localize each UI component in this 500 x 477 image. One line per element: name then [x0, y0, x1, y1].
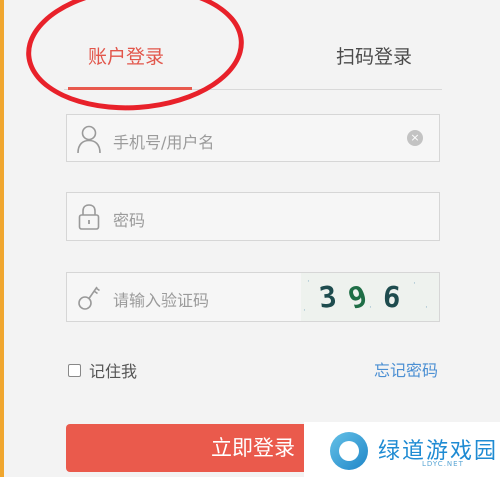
username-placeholder: 手机号/用户名: [113, 133, 215, 152]
user-icon: [76, 124, 102, 154]
captcha-noise: ·: [303, 306, 306, 316]
active-tab-indicator: [68, 87, 192, 90]
forgot-password-link[interactable]: 忘记密码: [374, 357, 438, 381]
watermark-logo-icon: [330, 432, 368, 470]
remember-me[interactable]: 记住我: [68, 358, 137, 382]
captcha-noise: ·: [425, 303, 428, 313]
remember-me-checkbox[interactable]: [68, 363, 81, 377]
remember-me-label: 记住我: [89, 362, 138, 381]
captcha-char: 3: [317, 279, 339, 315]
captcha-char: 6: [381, 279, 402, 315]
watermark: 绿道游戏园 LDYC.NET: [304, 422, 500, 477]
captcha-field[interactable]: 请输入验证码 · · · · · 3 9 6: [66, 272, 440, 322]
key-icon: [76, 282, 102, 312]
password-field[interactable]: 密码: [66, 192, 440, 241]
captcha-placeholder: 请输入验证码: [113, 291, 210, 310]
tab-account-login[interactable]: 账户登录: [88, 42, 164, 69]
captcha-image[interactable]: · · · · · 3 9 6: [301, 273, 439, 321]
login-panel: 账户登录 扫码登录 手机号/用户名 × 密码 请输入验证码 · · · · · …: [4, 0, 500, 477]
tab-qr-login[interactable]: 扫码登录: [336, 42, 412, 69]
captcha-char: 9: [344, 278, 372, 316]
watermark-subtitle: LDYC.NET: [422, 460, 464, 468]
login-tabs: 账户登录 扫码登录: [64, 0, 442, 90]
captcha-noise: ·: [413, 279, 416, 289]
clear-icon[interactable]: ×: [407, 130, 423, 146]
lock-icon: [76, 202, 102, 232]
username-field[interactable]: 手机号/用户名 ×: [66, 114, 440, 162]
captcha-noise: ·: [307, 277, 310, 287]
password-placeholder: 密码: [113, 211, 146, 230]
